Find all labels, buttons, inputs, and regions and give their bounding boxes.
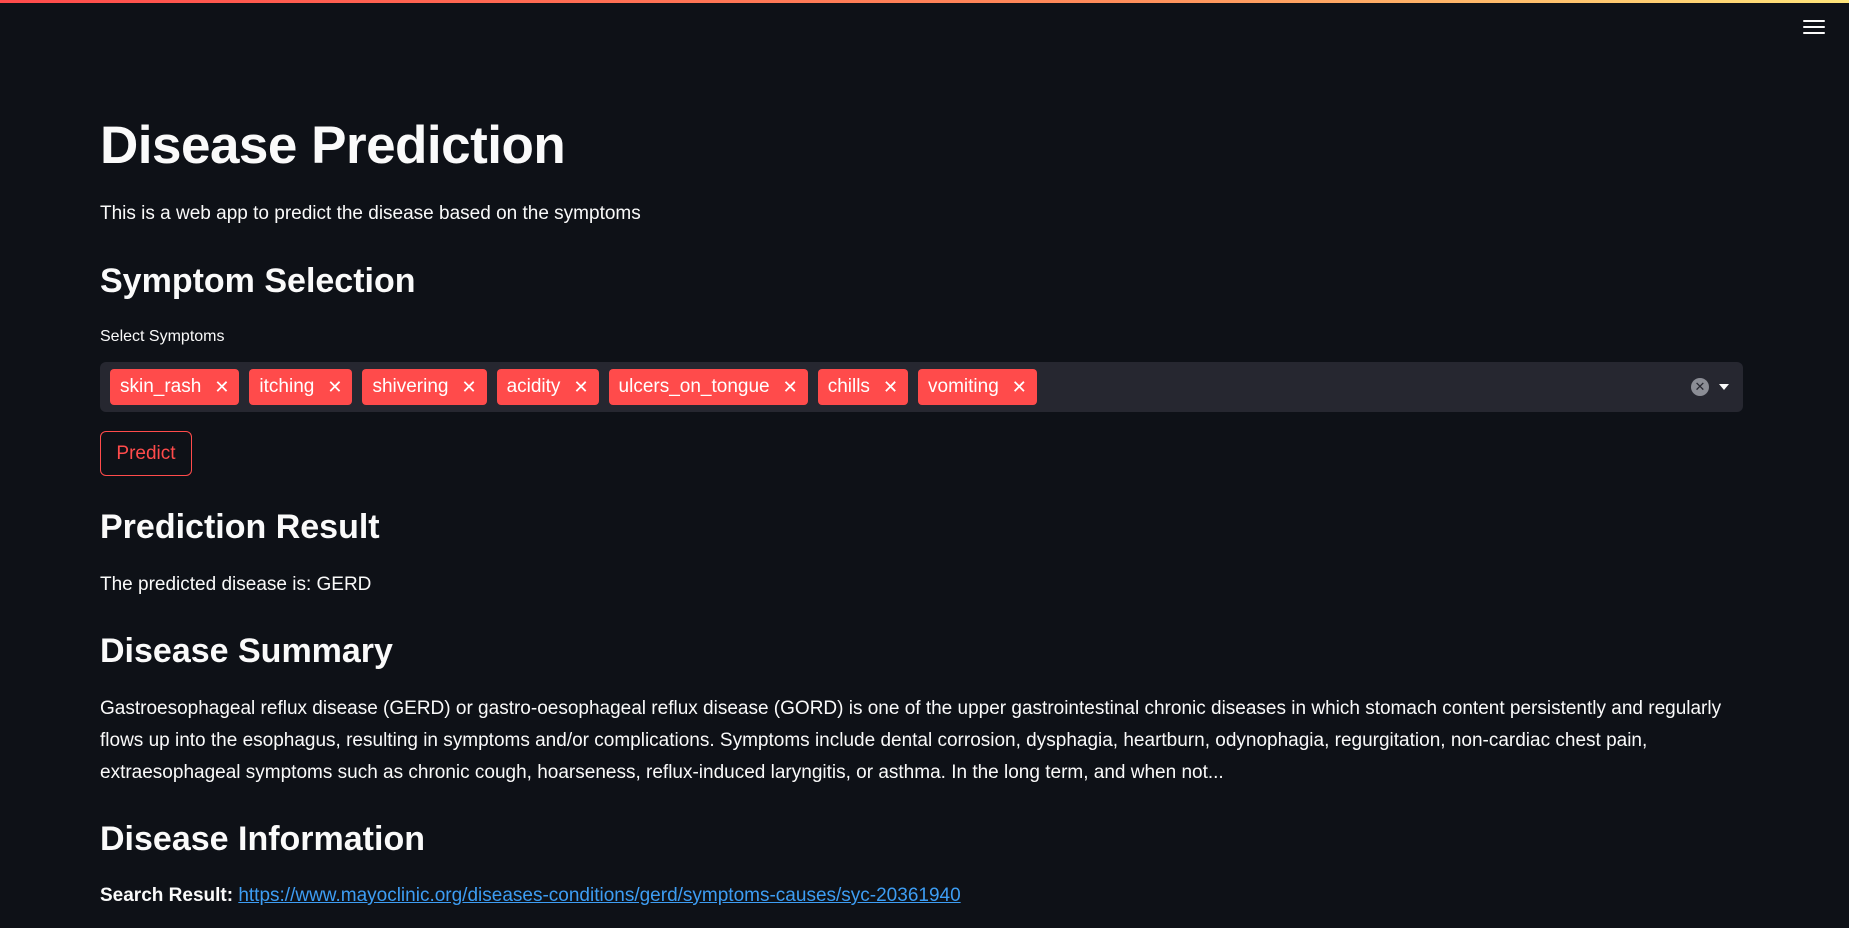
symptom-chip[interactable]: ulcers_on_tongue ✕ [608,369,808,405]
close-icon[interactable]: ✕ [883,377,898,398]
symptom-chip[interactable]: skin_rash ✕ [110,369,240,405]
close-icon[interactable]: ✕ [327,377,342,398]
page-description: This is a web app to predict the disease… [100,203,641,224]
select-symptoms-label: Select Symptoms [100,328,225,345]
symptom-chip-label: skin_rash [120,376,202,397]
close-icon[interactable]: ✕ [214,377,229,398]
symptom-chip[interactable]: itching ✕ [249,369,353,405]
close-icon[interactable]: ✕ [783,377,798,398]
disease-summary-text: Gastroesophageal reflux disease (GERD) o… [100,698,1722,783]
clear-all-icon[interactable]: ✕ [1691,378,1709,396]
close-icon[interactable]: ✕ [1012,377,1027,398]
symptom-chip-label: vomiting [928,376,999,397]
symptoms-multiselect[interactable]: skin_rash ✕ itching ✕ shivering ✕ acidity ✕ ulce… [100,362,1743,412]
page-title: Disease Prediction [100,116,566,175]
close-icon[interactable]: ✕ [573,377,588,398]
selected-symptom-chips: skin_rash ✕ itching ✕ shivering ✕ acidity ✕ ulce… [110,369,1691,405]
top-decoration-bar [0,0,1849,3]
disease-summary-heading: Disease Summary [100,632,393,670]
chevron-down-icon[interactable] [1719,384,1729,390]
symptom-chip-label: ulcers_on_tongue [618,376,770,397]
close-icon[interactable]: ✕ [461,377,476,398]
symptom-chip[interactable]: acidity ✕ [496,369,599,405]
prediction-result-text: The predicted disease is: GERD [100,574,372,595]
symptom-chip-label: itching [259,376,315,397]
search-result-link[interactable]: https://www.mayoclinic.org/diseases-cond… [238,885,960,906]
symptom-chip-label: acidity [506,376,561,397]
symptom-chip[interactable]: chills ✕ [817,369,909,405]
menu-line [1803,26,1825,28]
menu-line [1803,32,1825,34]
disease-information-heading: Disease Information [100,820,425,858]
predict-button[interactable]: Predict [100,431,192,476]
menu-line [1803,20,1825,22]
prediction-result-heading: Prediction Result [100,508,380,546]
symptom-chip-label: shivering [372,376,449,397]
multiselect-controls: ✕ [1691,378,1729,396]
symptom-chip-label: chills [827,376,870,397]
symptom-chip[interactable]: shivering ✕ [362,369,487,405]
search-result-label: Search Result: [100,885,234,906]
symptom-selection-heading: Symptom Selection [100,262,416,300]
symptom-chip[interactable]: vomiting ✕ [918,369,1037,405]
hamburger-menu-icon[interactable] [1803,18,1825,36]
search-result-line: Search Result: https://www.mayoclinic.or… [100,882,961,910]
